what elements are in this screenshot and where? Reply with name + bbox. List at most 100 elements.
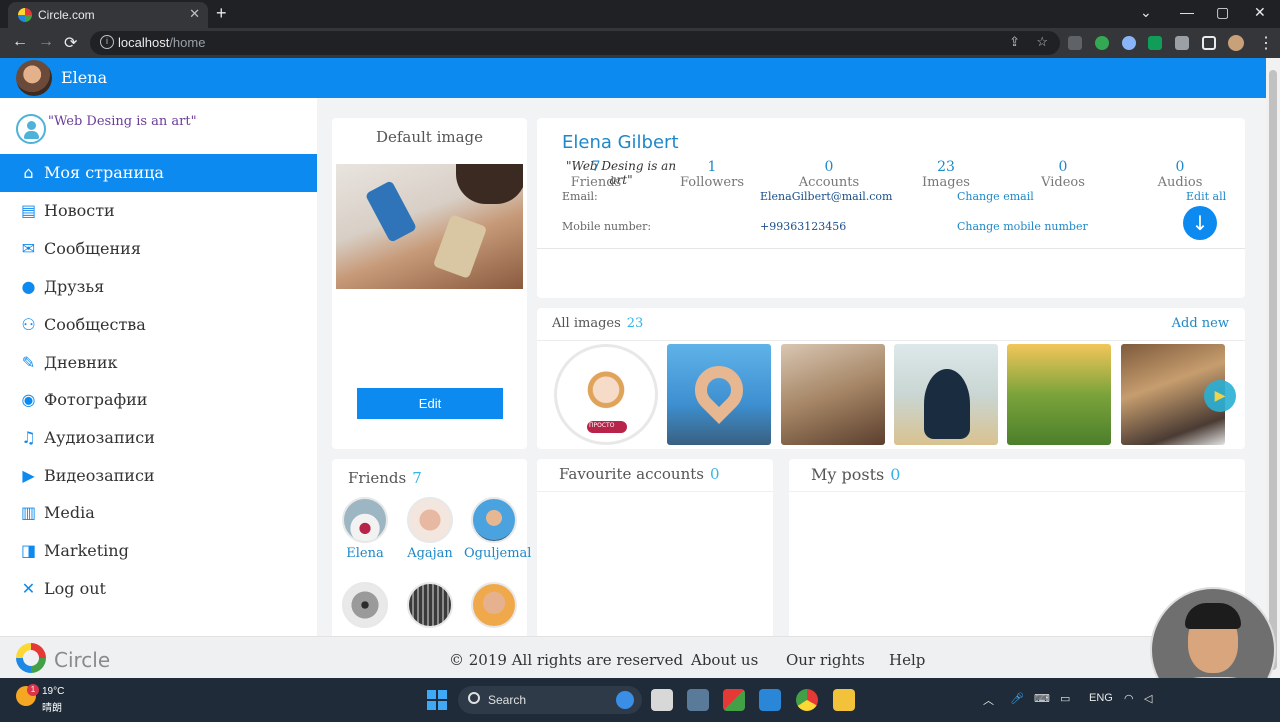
image-thumbnail[interactable] xyxy=(1007,344,1111,445)
share-icon[interactable]: ⇪ xyxy=(1009,34,1020,50)
profile-name: Elena Gilbert xyxy=(562,132,679,153)
users-icon: ⚇ xyxy=(21,315,36,334)
stat-friends[interactable]: 7 Friends xyxy=(537,159,655,190)
extensions-puzzle-icon[interactable] xyxy=(1175,36,1189,50)
windows-start-icon[interactable] xyxy=(427,690,447,710)
stat-videos[interactable]: 0 Videos xyxy=(1004,159,1122,190)
profile-avatar-icon[interactable] xyxy=(1228,35,1244,51)
sidebar-item-news[interactable]: ▤ Новости xyxy=(0,192,317,230)
friend-item[interactable] xyxy=(335,582,395,628)
new-tab-icon[interactable]: + xyxy=(216,3,227,24)
close-window-icon[interactable]: ✕ xyxy=(1254,4,1266,21)
image-thumbnail[interactable]: ПРОСТО xyxy=(554,344,658,445)
friend-name: Oguljemal xyxy=(464,546,532,561)
sidebar-item-communities[interactable]: ⚇ Сообщества xyxy=(0,306,317,344)
minimize-icon[interactable]: — xyxy=(1180,4,1194,20)
bookmark-star-icon[interactable]: ☆ xyxy=(1036,34,1048,50)
sidebar-item-friends[interactable]: ● Друзья xyxy=(0,268,317,306)
sidebar-item-video[interactable]: ▶ Видеозаписи xyxy=(0,457,317,495)
address-bar[interactable]: i localhost/home ⇪ ☆ xyxy=(90,31,1060,55)
forward-icon[interactable]: → xyxy=(38,33,54,51)
friend-item[interactable]: Agajan xyxy=(400,497,460,561)
side-panel-icon[interactable] xyxy=(1202,36,1216,50)
tab-search-icon[interactable]: ⌄ xyxy=(1140,4,1152,21)
friend-item[interactable] xyxy=(400,582,460,628)
friends-title: Friends 7 xyxy=(348,469,422,487)
edit-image-button[interactable]: Edit xyxy=(357,388,503,419)
site-favicon-icon xyxy=(18,8,32,22)
search-icon xyxy=(468,692,480,704)
our-rights-link[interactable]: Our rights xyxy=(786,651,865,669)
image-thumbnail[interactable] xyxy=(894,344,998,445)
help-link[interactable]: Help xyxy=(889,651,925,669)
page-scrollbar[interactable] xyxy=(1266,58,1280,678)
add-new-image-link[interactable]: Add new xyxy=(1172,316,1229,331)
default-image-card: Default image Edit xyxy=(332,118,527,449)
extension-react-icon[interactable] xyxy=(1122,36,1136,50)
extension-green-icon[interactable] xyxy=(1095,36,1109,50)
sidebar-item-my-page[interactable]: ⌂ Моя страница xyxy=(0,154,317,192)
download-arrow-icon[interactable]: ↓ xyxy=(1183,206,1217,240)
sidebar-item-marketing[interactable]: ◨ Marketing xyxy=(0,532,317,570)
tab-title: Circle.com xyxy=(38,8,95,22)
edit-all-link[interactable]: Edit all xyxy=(1186,190,1226,203)
stat-followers[interactable]: 1 Followers xyxy=(653,159,771,190)
sidebar-item-label: Marketing xyxy=(44,541,129,560)
display-icon[interactable]: ▭ xyxy=(1060,692,1070,705)
change-mobile-link[interactable]: Change mobile number xyxy=(957,220,1088,233)
extension-glasses-icon[interactable] xyxy=(1068,36,1082,50)
footer-brand[interactable]: Circle xyxy=(54,648,110,672)
browser-menu-icon[interactable]: ⋮ xyxy=(1258,33,1274,53)
site-info-icon[interactable]: i xyxy=(100,35,114,49)
friend-item[interactable]: Elena xyxy=(335,497,395,561)
maximize-icon[interactable]: ▢ xyxy=(1216,4,1229,21)
sidebar-item-audio[interactable]: ♫ Аудиозаписи xyxy=(0,419,317,457)
calculator-icon[interactable] xyxy=(687,689,709,711)
extension-chat-icon[interactable] xyxy=(1148,36,1162,50)
about-us-link[interactable]: About us xyxy=(691,651,758,669)
friend-avatar xyxy=(471,497,517,543)
close-tab-icon[interactable]: ✕ xyxy=(189,6,200,22)
browser-tab[interactable]: Circle.com ✕ xyxy=(8,2,208,28)
weather-temp: 19°C xyxy=(42,686,65,697)
friend-name: Agajan xyxy=(407,546,453,561)
image-thumbnail[interactable] xyxy=(781,344,885,445)
back-icon[interactable]: ← xyxy=(12,33,28,51)
microphone-icon[interactable]: 🎤︎ xyxy=(1010,692,1024,705)
sidebar-item-label: Log out xyxy=(44,579,106,598)
music-icon: ♫ xyxy=(21,428,36,447)
url-text: localhost/home xyxy=(118,35,206,50)
weather-badge: 1 xyxy=(27,684,39,696)
office-app-icon[interactable] xyxy=(723,689,745,711)
next-images-play-icon[interactable]: ▶ xyxy=(1204,380,1236,412)
reload-icon[interactable]: ⟳ xyxy=(64,33,77,53)
input-language[interactable]: ENG xyxy=(1089,692,1113,704)
circle-logo-icon[interactable] xyxy=(16,643,46,673)
vscode-icon[interactable] xyxy=(759,689,781,711)
friend-item[interactable] xyxy=(464,582,524,628)
volume-icon[interactable]: ◁ xyxy=(1144,692,1152,705)
chrome-icon[interactable] xyxy=(796,689,818,711)
stat-audios[interactable]: 0 Audios xyxy=(1121,159,1239,190)
sidebar-item-media[interactable]: ▥ Media xyxy=(0,494,317,532)
sidebar-item-logout[interactable]: ✕ Log out xyxy=(0,570,317,608)
friend-item[interactable]: Oguljemal xyxy=(464,497,532,561)
sidebar-status: "Web Desing is an art" xyxy=(16,114,306,144)
task-view-icon[interactable] xyxy=(651,689,673,711)
file-explorer-icon[interactable] xyxy=(833,689,855,711)
sidebar-item-photos[interactable]: ◉ Фотографии xyxy=(0,381,317,419)
taskbar-search[interactable]: Search xyxy=(458,686,642,714)
stat-accounts[interactable]: 0 Accounts xyxy=(770,159,888,190)
image-thumbnail[interactable] xyxy=(667,344,771,445)
change-email-link[interactable]: Change email xyxy=(957,190,1034,203)
windows-taskbar: 1 19°C 晴朗 Search ︿ 🎤︎ ⌨ ▭ ENG ◠ ◁ xyxy=(0,678,1280,722)
user-avatar[interactable] xyxy=(16,60,52,96)
sidebar-item-messages[interactable]: ✉ Сообщения xyxy=(0,230,317,268)
show-hidden-icons-icon[interactable]: ︿ xyxy=(983,692,994,708)
scrollbar-thumb[interactable] xyxy=(1269,70,1277,670)
sidebar-item-diary[interactable]: ✎ Дневник xyxy=(0,344,317,382)
copyright-text: © 2019 All rights are reserved xyxy=(449,651,684,669)
wifi-icon[interactable]: ◠ xyxy=(1124,692,1134,705)
keyboard-icon[interactable]: ⌨ xyxy=(1034,692,1050,705)
stat-images[interactable]: 23 Images xyxy=(887,159,1005,190)
